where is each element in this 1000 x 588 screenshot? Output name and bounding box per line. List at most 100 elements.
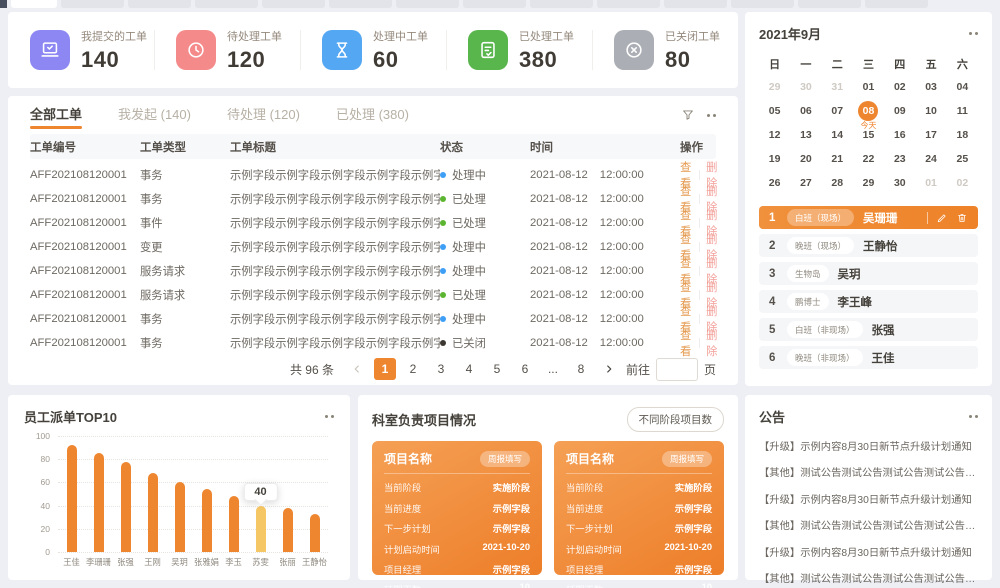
calendar-day[interactable]: 07 — [822, 99, 853, 123]
announcement-item[interactable]: 【升级】示例内容8月30日新节点升级计划通知 — [759, 491, 978, 506]
schedule-item[interactable]: 3生物岛吴玥 — [759, 262, 978, 285]
workorder-tab-0[interactable]: 全部工单 — [30, 96, 82, 134]
top-tab[interactable] — [865, 0, 928, 8]
page-button[interactable]: 3 — [430, 358, 452, 380]
calendar-day[interactable]: 02 — [884, 75, 915, 99]
more-icon[interactable] — [969, 32, 978, 35]
page-button[interactable]: 2 — [402, 358, 424, 380]
calendar-day[interactable]: 17 — [915, 123, 946, 147]
calendar-day[interactable]: 14 — [822, 123, 853, 147]
announcement-text: 测试公告测试公告测试公告测试公告测试公告 — [800, 517, 978, 532]
trash-icon[interactable] — [956, 212, 968, 224]
weekly-report-badge[interactable]: 周报填写 — [480, 451, 530, 467]
calendar-day[interactable]: 01 — [853, 75, 884, 99]
schedule-item[interactable]: 1白班（现场）吴珊珊 — [759, 206, 978, 229]
stage-project-count-button[interactable]: 不同阶段项目数 — [627, 407, 725, 432]
announcement-item[interactable]: 【其他】测试公告测试公告测试公告测试公告测试公告 — [759, 517, 978, 532]
announcement-item[interactable]: 【升级】示例内容8月30日新节点升级计划通知 — [759, 544, 978, 559]
top-tab[interactable] — [195, 0, 258, 8]
more-icon[interactable] — [707, 114, 716, 117]
calendar-day[interactable]: 16 — [884, 123, 915, 147]
top-tab[interactable] — [731, 0, 794, 8]
calendar-day[interactable]: 24 — [915, 147, 946, 171]
calendar-day[interactable]: 26 — [759, 171, 790, 195]
calendar-day[interactable]: 30 — [790, 75, 821, 99]
top-tab[interactable] — [530, 0, 593, 8]
top-tab[interactable] — [396, 0, 459, 8]
top-tab-active[interactable] — [11, 0, 57, 8]
order-date: 2021-08-12 — [530, 169, 588, 181]
day-number: 18 — [957, 129, 969, 141]
calendar-day[interactable]: 20 — [790, 147, 821, 171]
calendar-day[interactable]: 03 — [915, 75, 946, 99]
delete-link[interactable]: 删除 — [706, 327, 718, 359]
announcement-item[interactable]: 【其他】测试公告测试公告测试公告测试公告测试公告 — [759, 464, 978, 479]
top-tab[interactable] — [463, 0, 526, 8]
order-time: 2021-08-1212:00:00 — [530, 265, 680, 277]
page-button[interactable]: 5 — [486, 358, 508, 380]
next-page-button[interactable] — [598, 358, 620, 380]
page-button[interactable]: 6 — [514, 358, 536, 380]
bar — [148, 473, 158, 552]
top-tab[interactable] — [329, 0, 392, 8]
top-tab[interactable] — [128, 0, 191, 8]
schedule-item[interactable]: 6晚班（非现场）王佳 — [759, 346, 978, 369]
goto-page-input[interactable] — [656, 358, 698, 381]
top-tab[interactable] — [798, 0, 861, 8]
calendar-day[interactable]: 22 — [853, 147, 884, 171]
schedule-item[interactable]: 2晚班（现场）王静怡 — [759, 234, 978, 257]
prev-page-button[interactable] — [346, 358, 368, 380]
calendar-day[interactable]: 25 — [947, 147, 978, 171]
status-dot — [440, 340, 446, 346]
calendar-day[interactable]: 09 — [884, 99, 915, 123]
calendar-day[interactable]: 29 — [759, 75, 790, 99]
calendar-day[interactable]: 08今天 — [853, 99, 884, 123]
edit-icon[interactable] — [936, 212, 948, 224]
top-tab[interactable] — [262, 0, 325, 8]
calendar-day[interactable]: 30 — [884, 171, 915, 195]
page-button[interactable]: 8 — [570, 358, 592, 380]
calendar-day[interactable]: 31 — [822, 75, 853, 99]
schedule-item[interactable]: 4鹏博士李王峰 — [759, 290, 978, 313]
calendar-day[interactable]: 01 — [915, 171, 946, 195]
announcement-item[interactable]: 【其他】测试公告测试公告测试公告测试公告测试公告 — [759, 570, 978, 585]
calendar-day[interactable]: 21 — [822, 147, 853, 171]
workorder-tab-1[interactable]: 我发起 (140) — [118, 96, 191, 134]
calendar-day[interactable]: 12 — [759, 123, 790, 147]
view-link[interactable]: 查看 — [680, 327, 692, 359]
calendar-day[interactable]: 06 — [790, 99, 821, 123]
top-tab[interactable] — [597, 0, 660, 8]
calendar-day[interactable]: 29 — [853, 171, 884, 195]
calendar-day[interactable]: 13 — [790, 123, 821, 147]
y-tick-label: 20 — [24, 524, 50, 534]
page-button[interactable]: 4 — [458, 358, 480, 380]
top-tab[interactable] — [61, 0, 124, 8]
calendar-day[interactable]: 19 — [759, 147, 790, 171]
workorder-tab-2[interactable]: 待处理 (120) — [227, 96, 300, 134]
status-dot — [440, 196, 446, 202]
status-dot — [440, 172, 446, 178]
calendar-day[interactable]: 04 — [947, 75, 978, 99]
calendar-day[interactable]: 10 — [915, 99, 946, 123]
calendar-day[interactable]: 02 — [947, 171, 978, 195]
doc-icon — [468, 30, 508, 70]
announcement-item[interactable]: 【升级】示例内容8月30日新节点升级计划通知 — [759, 438, 978, 453]
calendar-day[interactable]: 28 — [822, 171, 853, 195]
calendar-day[interactable]: 18 — [947, 123, 978, 147]
workorders-tabbar: 全部工单我发起 (140) 待处理 (120) 已处理 (380) — [30, 96, 716, 134]
divider — [699, 266, 700, 276]
page-button[interactable]: 1 — [374, 358, 396, 380]
more-icon[interactable] — [325, 415, 334, 418]
filter-icon[interactable] — [681, 108, 695, 122]
calendar-day[interactable]: 23 — [884, 147, 915, 171]
bar-slot — [247, 506, 274, 552]
calendar-day[interactable]: 27 — [790, 171, 821, 195]
calendar-day[interactable]: 05 — [759, 99, 790, 123]
workorders-panel: 全部工单我发起 (140)待处理 (120)已处理 (380) 工单编号工单类型… — [8, 96, 738, 385]
more-icon[interactable] — [969, 415, 978, 418]
schedule-item[interactable]: 5白班（非现场）张强 — [759, 318, 978, 341]
workorder-tab-3[interactable]: 已处理 (380) — [336, 96, 409, 134]
calendar-day[interactable]: 11 — [947, 99, 978, 123]
weekly-report-badge[interactable]: 周报填写 — [662, 451, 712, 467]
top-tab[interactable] — [664, 0, 727, 8]
